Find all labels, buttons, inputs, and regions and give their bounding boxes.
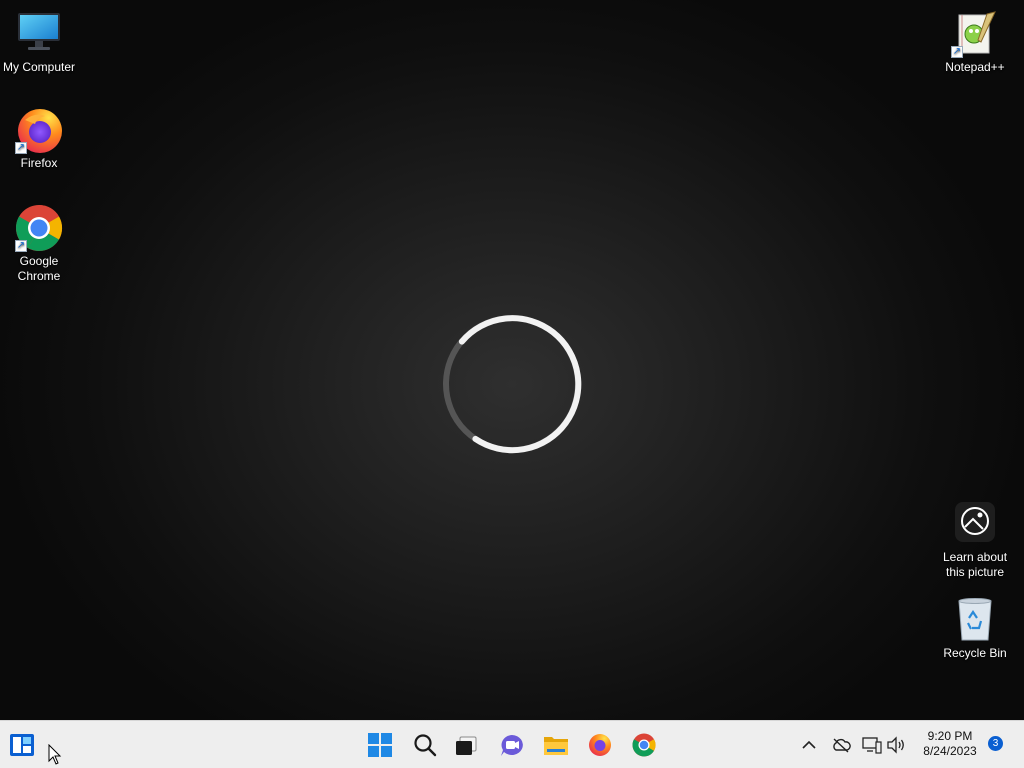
- desktop-icon-label: Google Chrome: [17, 254, 61, 283]
- loading-spinner: [443, 315, 582, 454]
- chevron-up-icon: [802, 740, 816, 749]
- firefox-taskbar-button[interactable]: [584, 729, 616, 761]
- desktop-icon-my-computer[interactable]: My Computer: [1, 10, 77, 75]
- shortcut-arrow-icon: ↗: [951, 46, 963, 58]
- chat-button[interactable]: [496, 729, 528, 761]
- firefox-icon: ↗: [15, 106, 63, 154]
- desktop-icon-firefox[interactable]: ↗ Firefox: [1, 106, 77, 171]
- network-tray-button[interactable]: [862, 735, 882, 755]
- desktop-icon-label: Firefox: [20, 156, 58, 170]
- notification-badge[interactable]: 3: [988, 736, 1003, 751]
- mouse-cursor-icon: [48, 744, 62, 765]
- task-view-button[interactable]: [450, 729, 482, 761]
- monitor-icon: [15, 10, 63, 58]
- info-camera-icon: [951, 500, 999, 548]
- file-explorer-icon: [544, 737, 568, 755]
- chrome-icon: ↗: [15, 204, 63, 252]
- desktop-icon-label: My Computer: [2, 60, 76, 74]
- onedrive-tray-button[interactable]: [831, 735, 851, 755]
- desktop: My Computer ↗ Firefox ↗ Google Chrome ↗ …: [0, 0, 1024, 720]
- widgets-icon: [10, 734, 34, 756]
- desktop-icon-recycle-bin[interactable]: Recycle Bin: [937, 596, 1013, 661]
- search-button[interactable]: [409, 729, 441, 761]
- clock-time: 9:20 PM: [927, 729, 973, 743]
- desktop-icon-google-chrome[interactable]: ↗ Google Chrome: [1, 204, 77, 284]
- file-explorer-button[interactable]: [540, 729, 572, 761]
- network-icon: [862, 737, 882, 754]
- start-button[interactable]: [364, 729, 396, 761]
- show-hidden-icons-button[interactable]: [799, 735, 819, 755]
- chat-icon: [501, 735, 523, 756]
- volume-icon: [887, 736, 904, 754]
- search-icon: [414, 734, 437, 757]
- onedrive-offline-icon: [833, 738, 851, 753]
- chrome-taskbar-button[interactable]: [628, 729, 660, 761]
- shortcut-arrow-icon: ↗: [15, 240, 27, 252]
- firefox-icon: [589, 734, 611, 756]
- taskbar: 9:20 PM 8/24/2023: [0, 720, 1024, 768]
- clock-date: 8/24/2023: [923, 744, 977, 758]
- desktop-icon-label: Learn about this picture: [942, 550, 1008, 579]
- desktop-icon-notepadpp[interactable]: ↗ Notepad++: [937, 10, 1013, 75]
- volume-tray-button[interactable]: [886, 735, 906, 755]
- start-icon: [368, 733, 392, 757]
- chrome-icon: [632, 733, 656, 757]
- widgets-button[interactable]: [6, 729, 38, 761]
- desktop-icon-label: Recycle Bin: [943, 646, 1007, 660]
- desktop-icon-label: Notepad++: [945, 60, 1005, 74]
- notepadpp-icon: ↗: [951, 10, 999, 58]
- shortcut-arrow-icon: ↗: [15, 142, 27, 154]
- task-view-icon: [456, 736, 477, 755]
- recycle-bin-icon: [951, 596, 999, 644]
- desktop-icon-learn-about-picture[interactable]: Learn about this picture: [937, 500, 1013, 580]
- clock[interactable]: 9:20 PM 8/24/2023: [914, 729, 986, 759]
